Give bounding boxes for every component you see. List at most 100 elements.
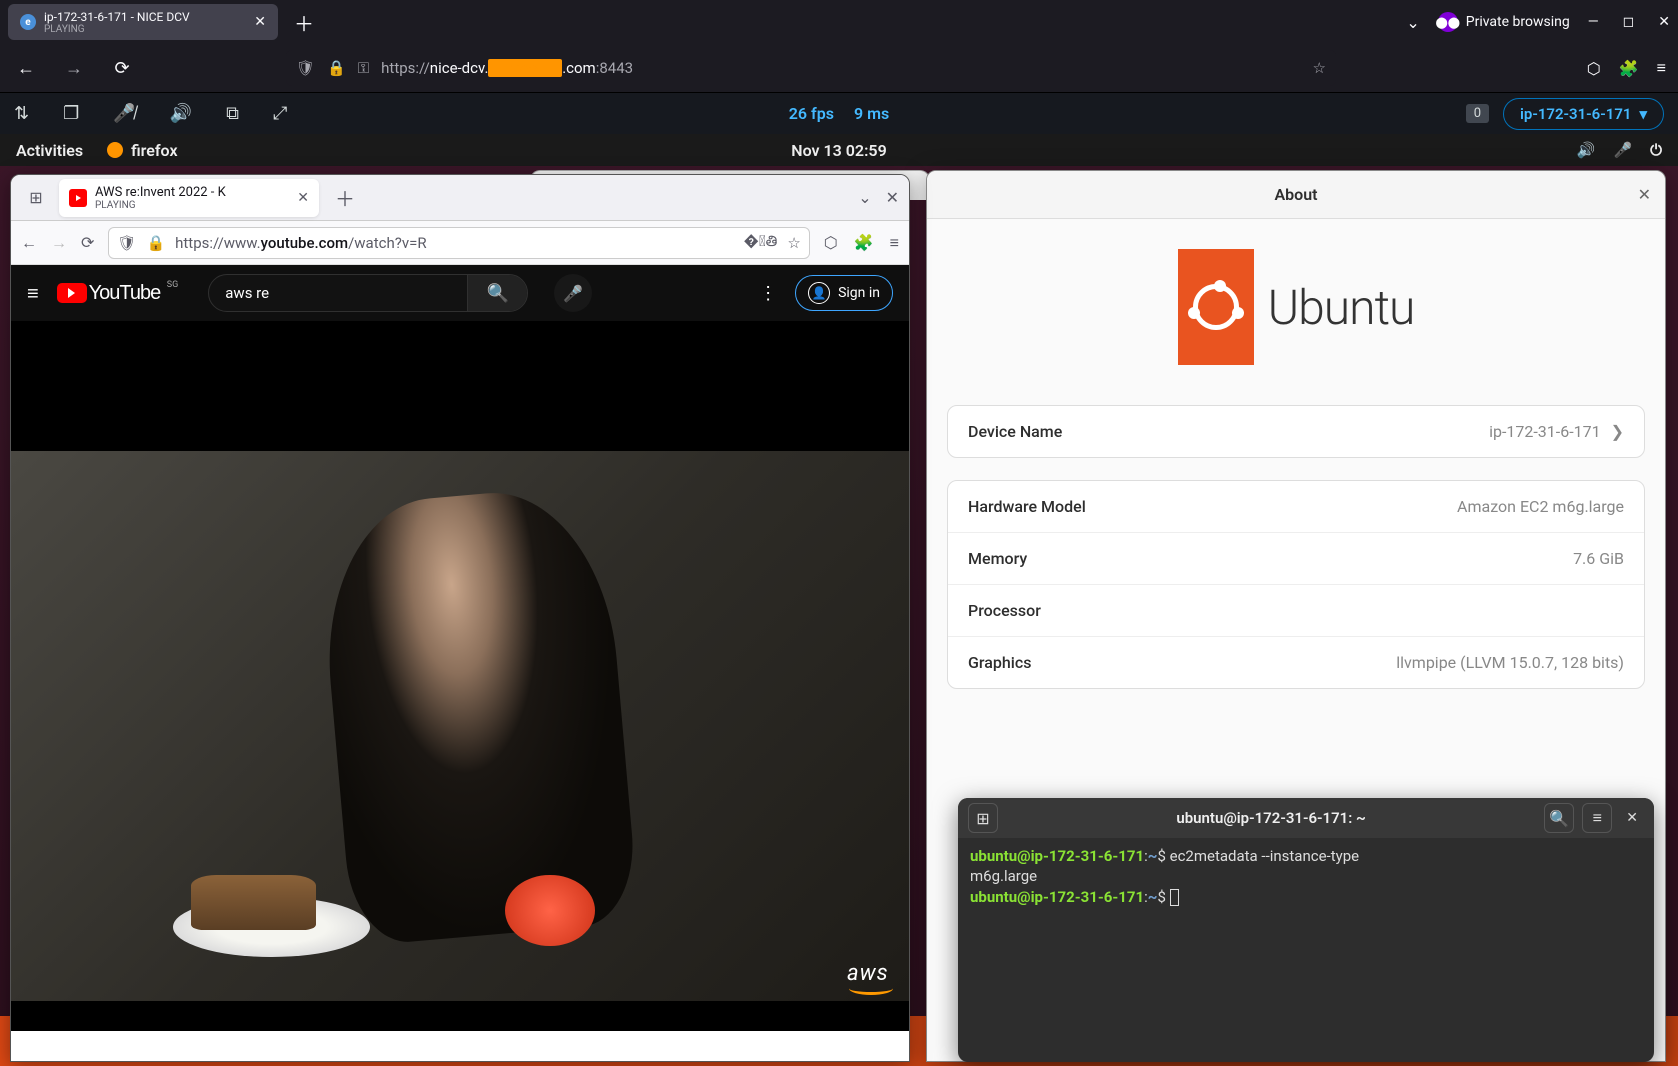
gnome-volume-icon[interactable]: 🔊 — [1577, 141, 1596, 159]
gnome-activities-button[interactable]: Activities — [16, 141, 83, 160]
ubuntu-wordmark: Ubuntu — [1268, 279, 1415, 336]
inner-lock-icon[interactable]: 🔒 — [146, 234, 165, 252]
gnome-clock[interactable]: Nov 13 02:59 — [791, 141, 886, 160]
terminal-body[interactable]: ubuntu@ip-172-31-6-171:~$ ec2metadata --… — [958, 838, 1654, 915]
dcv-stats: 26 fps 9 ms — [789, 104, 889, 123]
mask-icon: ⬤⬤ — [1438, 12, 1458, 32]
youtube-header: ≡ YouTube SG 🔍 🎤 ⋮ 👤 Sign in — [11, 265, 909, 321]
container-tabs-icon[interactable]: ⊞ — [21, 183, 51, 213]
private-browsing-indicator: ⬤⬤ Private browsing — [1438, 12, 1570, 32]
youtube-search-button[interactable]: 🔍 — [467, 275, 527, 311]
dcv-host-dropdown[interactable]: ip-172-31-6-171▾ — [1503, 98, 1664, 130]
youtube-search-input[interactable] — [209, 284, 467, 302]
dcv-mic-mute-icon[interactable]: 🎤̸ — [113, 103, 135, 124]
outer-url-text: https://nice-dcv.xxxx.com:8443 — [381, 59, 633, 77]
terminal-output: m6g.large — [970, 866, 1642, 886]
terminal-search-button[interactable]: 🔍 — [1544, 803, 1574, 833]
back-button[interactable]: ← — [12, 54, 40, 82]
inner-firefox-window: ⊞ AWS re:Invent 2022 - K PLAYING ✕ ＋ ⌄ ✕… — [10, 174, 910, 1062]
gnome-power-icon[interactable]: ⏻ — [1650, 141, 1662, 159]
outer-tab-subtitle: PLAYING — [44, 24, 246, 35]
dcv-notification-badge[interactable]: 0 — [1466, 104, 1489, 123]
dcv-volume-icon[interactable]: 🔊 — [170, 103, 192, 124]
outer-firefox-tabbar: e ip-172-31-6-171 - NICE DCV PLAYING ✕ ＋… — [0, 0, 1678, 44]
inner-bookmark-star-icon[interactable]: ☆ — [787, 234, 800, 252]
about-header: About ✕ — [927, 171, 1665, 219]
gnome-mic-icon[interactable]: 🎤 — [1613, 141, 1632, 159]
dcv-transfer-icon[interactable]: ⇅ — [14, 103, 29, 124]
inner-url-bar[interactable]: 🛡 🔒 https://www.youtube.com/watch?v=R �ి… — [108, 227, 809, 259]
dcv-multimonitor-icon[interactable]: ⧉ — [226, 103, 239, 124]
inner-new-tab-button[interactable]: ＋ — [327, 183, 363, 212]
redacted-host-segment: xxxx — [488, 59, 562, 77]
pip-icon[interactable]: �ితి — [744, 232, 778, 254]
pocket-icon[interactable]: ⬡ — [1587, 59, 1601, 78]
bookmark-star-icon[interactable]: ☆ — [1313, 59, 1326, 77]
new-tab-button[interactable]: ＋ — [286, 4, 322, 41]
gnome-top-bar: Activities firefox Nov 13 02:59 🔊 🎤 ⏻ — [0, 134, 1678, 166]
firefox-icon — [107, 142, 123, 158]
about-device-group: Device Name ip-172-31-6-171❯ — [947, 405, 1645, 458]
tabs-dropdown-icon[interactable]: ⌄ — [1406, 13, 1419, 32]
inner-firefox-toolbar: ← → ⟳ 🛡 🔒 https://www.youtube.com/watch?… — [11, 221, 909, 265]
youtube-more-icon[interactable]: ⋮ — [759, 283, 777, 304]
inner-firefox-tabbar: ⊞ AWS re:Invent 2022 - K PLAYING ✕ ＋ ⌄ ✕ — [11, 175, 909, 221]
dcv-fps: 26 fps — [789, 104, 834, 123]
gnome-active-app[interactable]: firefox — [107, 141, 177, 160]
chevron-down-icon: ▾ — [1639, 105, 1647, 123]
about-row-device-name[interactable]: Device Name ip-172-31-6-171❯ — [948, 406, 1644, 457]
shield-icon[interactable]: 🛡 — [296, 59, 315, 77]
youtube-logo[interactable]: YouTube SG — [57, 282, 161, 305]
reload-button[interactable]: ⟳ — [108, 54, 136, 82]
video-frame — [11, 451, 909, 1001]
window-maximize-icon[interactable]: ◻ — [1623, 14, 1635, 30]
inner-reload-button[interactable]: ⟳ — [81, 233, 94, 252]
inner-tabs-dropdown-icon[interactable]: ⌄ — [858, 188, 871, 207]
youtube-favicon-icon — [69, 189, 87, 207]
about-row-graphics: Graphics llvmpipe (LLVM 15.0.7, 128 bits… — [948, 637, 1644, 688]
terminal-window: ⊞ ubuntu@ip-172-31-6-171: ~ 🔍 ≡ ✕ ubuntu… — [958, 798, 1654, 1062]
outer-tab-title: ip-172-31-6-171 - NICE DCV — [44, 10, 246, 24]
dcv-toolbar: ⇅ ❐ 🎤̸ 🔊 ⧉ ⤢ 26 fps 9 ms 0 ip-172-31-6-1… — [0, 92, 1678, 134]
terminal-close-button[interactable]: ✕ — [1620, 810, 1644, 826]
terminal-cursor — [1170, 889, 1179, 906]
inner-tab-subtitle: PLAYING — [95, 200, 289, 211]
terminal-new-tab-button[interactable]: ⊞ — [968, 803, 998, 833]
user-icon: 👤 — [808, 282, 830, 304]
about-row-hardware: Hardware Model Amazon EC2 m6g.large — [948, 481, 1644, 533]
dcv-favicon-icon: e — [20, 14, 36, 30]
private-browsing-label: Private browsing — [1466, 14, 1570, 30]
youtube-video-player[interactable]: aws — [11, 321, 909, 1031]
inner-back-button[interactable]: ← — [21, 233, 37, 253]
remote-desktop: Activities firefox Nov 13 02:59 🔊 🎤 ⏻ Ab… — [0, 134, 1678, 1066]
dcv-latency: 9 ms — [854, 104, 889, 123]
youtube-menu-icon[interactable]: ≡ — [27, 281, 39, 306]
dcv-fullscreen-icon[interactable]: ⤢ — [273, 103, 287, 124]
inner-window-close-icon[interactable]: ✕ — [886, 188, 899, 207]
inner-forward-button[interactable]: → — [51, 233, 67, 253]
inner-firefox-tab[interactable]: AWS re:Invent 2022 - K PLAYING ✕ — [59, 179, 319, 217]
extensions-icon[interactable]: 🧩 — [1619, 59, 1639, 78]
inner-pocket-icon[interactable]: ⬡ — [824, 233, 838, 252]
forward-button[interactable]: → — [60, 54, 88, 82]
about-close-button[interactable]: ✕ — [1638, 185, 1651, 204]
youtube-signin-button[interactable]: 👤 Sign in — [795, 275, 893, 311]
window-minimize-icon[interactable]: — — [1588, 14, 1599, 30]
about-title: About — [1274, 185, 1317, 204]
hamburger-menu-icon[interactable]: ≡ — [1657, 58, 1666, 78]
lock-icon[interactable]: 🔒 — [327, 59, 346, 77]
terminal-menu-button[interactable]: ≡ — [1582, 803, 1612, 833]
inner-shield-icon[interactable]: 🛡 — [117, 234, 136, 252]
close-tab-icon[interactable]: ✕ — [254, 14, 266, 30]
youtube-search-bar: 🔍 — [208, 274, 528, 312]
dcv-screens-icon[interactable]: ❐ — [63, 103, 79, 124]
outer-firefox-tab[interactable]: e ip-172-31-6-171 - NICE DCV PLAYING ✕ — [8, 4, 278, 40]
window-close-icon[interactable]: ✕ — [1658, 14, 1670, 30]
key-icon[interactable]: ⚿ — [358, 59, 369, 77]
inner-close-tab-icon[interactable]: ✕ — [297, 190, 309, 206]
youtube-below-player-card — [31, 1031, 889, 1061]
inner-hamburger-menu-icon[interactable]: ≡ — [890, 233, 899, 253]
inner-extensions-icon[interactable]: 🧩 — [854, 233, 874, 252]
outer-url-bar[interactable]: 🛡 🔒 ⚿ https://nice-dcv.xxxx.com:8443 ☆ — [286, 50, 1336, 86]
youtube-voice-search-button[interactable]: 🎤 — [554, 274, 592, 312]
